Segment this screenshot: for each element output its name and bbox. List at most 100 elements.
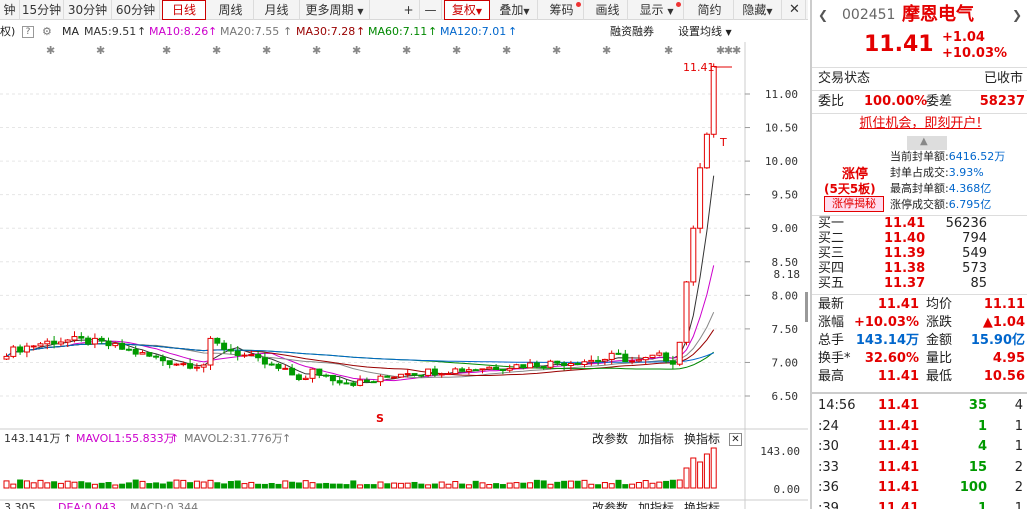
next-stock-icon[interactable]: ❯ [1012, 4, 1022, 26]
stat-label: 总手 [818, 333, 845, 348]
limit-up-reveal-button[interactable]: 涨停揭秘 [824, 196, 884, 212]
edit-params-button[interactable]: 改参数 [592, 501, 628, 509]
add-indicator-button[interactable]: 加指标 [638, 430, 674, 448]
switch-indicator-button[interactable]: 换指标 [684, 501, 720, 509]
display-dropdown[interactable]: 显示 ▼ [630, 0, 684, 20]
volume-bar [499, 484, 506, 489]
volume-bar [57, 482, 64, 489]
close-icon[interactable]: ✕ [729, 433, 742, 446]
seal-value: 6416.52万 [948, 150, 1006, 163]
candle-body [513, 364, 520, 369]
candle-body [57, 341, 64, 345]
draw-line-button[interactable]: 画线 [588, 0, 628, 20]
candle-body [282, 367, 289, 370]
stat-value: +10.03% [853, 315, 919, 330]
volume-bar [71, 481, 78, 489]
zoom-out-button[interactable]: — [420, 0, 442, 20]
candle-body [404, 373, 411, 376]
volume-bar [241, 483, 248, 489]
volume-bar [554, 481, 561, 489]
ma5-line [6, 175, 715, 384]
candle-body [159, 356, 166, 362]
weibi-row: 委比 100.00% 委差 58237 [812, 92, 1027, 112]
edit-params-button[interactable]: 改参数 [592, 430, 628, 448]
volume-bar [227, 481, 234, 489]
candle-body [71, 336, 78, 341]
gear-icon[interactable]: ⚙ [42, 22, 52, 42]
seal-label: 当前封单额: [890, 150, 949, 163]
bid-label: 买四 [818, 261, 845, 276]
period-60min[interactable]: 60分钟 [112, 0, 160, 20]
volume-bar [173, 479, 180, 489]
volume-bar [533, 479, 540, 489]
tick-volume: 15 [968, 459, 987, 475]
candle-body [656, 352, 663, 356]
candle-body [132, 349, 139, 355]
bid-volume: 549 [962, 246, 987, 261]
period-monthly[interactable]: 月线 [254, 0, 300, 20]
period-15min[interactable]: 15分钟 [20, 0, 64, 20]
ma10-line [6, 265, 715, 382]
candle-body [493, 366, 500, 371]
seal-label: 封单占成交: [890, 166, 949, 179]
weicha-value: 58237 [979, 94, 1025, 109]
ma-settings-dropdown[interactable]: 设置均线 ▼ [678, 22, 732, 43]
candle-body [85, 337, 92, 345]
volume-bar [10, 483, 17, 489]
zoom-in-button[interactable]: + [398, 0, 420, 20]
seal-value: 6.795亿 [948, 198, 992, 211]
stat-value: 11.41 [877, 369, 919, 384]
tick-price: 11.41 [878, 459, 920, 475]
price-axis-label: 9.00 [772, 222, 799, 235]
period-30min[interactable]: 30分钟 [64, 0, 112, 20]
collapse-toggle[interactable]: ▲ [907, 136, 947, 150]
overlay-dropdown[interactable]: 叠加▼ [492, 0, 538, 20]
event-star-icon: ✱ [212, 44, 221, 57]
period-toolbar: 钟 15分钟 30分钟 60分钟 日线 周线 月线 更多周期 ▼ + — 复权▼… [0, 0, 808, 20]
volume-bar [370, 484, 377, 489]
fq-dropdown[interactable]: 复权▼ [444, 0, 490, 20]
ma-legend-bar: 权) ? ⚙ MA MA5:9.51 ↑ MA10:8.26 ↑ MA20:7.55… [0, 22, 745, 42]
bid-row: 买四 11.38 573 [812, 261, 1027, 276]
prev-stock-icon[interactable]: ❮ [818, 4, 828, 26]
tick-volume: 100 [959, 480, 987, 495]
volume-bar [119, 483, 126, 489]
volume-bar [261, 483, 268, 489]
stat-label: 最高 [818, 369, 845, 384]
margin-trading-link[interactable]: 融资融券 [610, 22, 654, 42]
period-daily[interactable]: 日线 [162, 0, 206, 20]
panel-collapse-handle[interactable] [805, 292, 808, 322]
ma60-value: MA60:7.11 [368, 25, 428, 38]
switch-indicator-button[interactable]: 换指标 [684, 430, 720, 448]
candle-body [635, 359, 642, 362]
bid-row: 买三 11.39 549 [812, 246, 1027, 261]
volume-bar [323, 482, 330, 489]
tick-volume: 4 [977, 439, 987, 454]
candle-body [234, 350, 241, 356]
close-icon[interactable]: ✕ [784, 0, 806, 20]
up-arrow-icon: ↑ [356, 25, 366, 38]
volume-bar [139, 480, 146, 489]
period-weekly[interactable]: 周线 [208, 0, 254, 20]
chips-button[interactable]: 筹码 [540, 0, 584, 20]
candle-body [78, 336, 85, 339]
volume-bar [581, 479, 588, 489]
period-more-dropdown[interactable]: 更多周期 ▼ [300, 0, 370, 20]
chevron-down-icon: ▼ [523, 7, 530, 16]
add-indicator-button[interactable]: 加指标 [638, 501, 674, 509]
help-icon[interactable]: ? [22, 26, 34, 38]
period-minute[interactable]: 钟 [0, 0, 20, 20]
volume-bar [438, 481, 445, 489]
volume-bar [404, 482, 411, 489]
volume-bar [513, 482, 520, 489]
price-axis-label: 9.50 [772, 189, 799, 202]
price-axis-label: 10.00 [765, 155, 798, 168]
volume-bar [595, 484, 602, 489]
price-axis-label: 10.50 [765, 122, 798, 135]
simple-mode-button[interactable]: 简约 [686, 0, 734, 20]
hide-dropdown[interactable]: 隐藏▼ [734, 0, 782, 20]
candle-body [479, 368, 486, 371]
bid-row: 买二 11.40 794 [812, 231, 1027, 246]
open-account-promo[interactable]: 抓住机会，即刻开户! [812, 114, 1027, 134]
volume-bars [3, 447, 717, 489]
